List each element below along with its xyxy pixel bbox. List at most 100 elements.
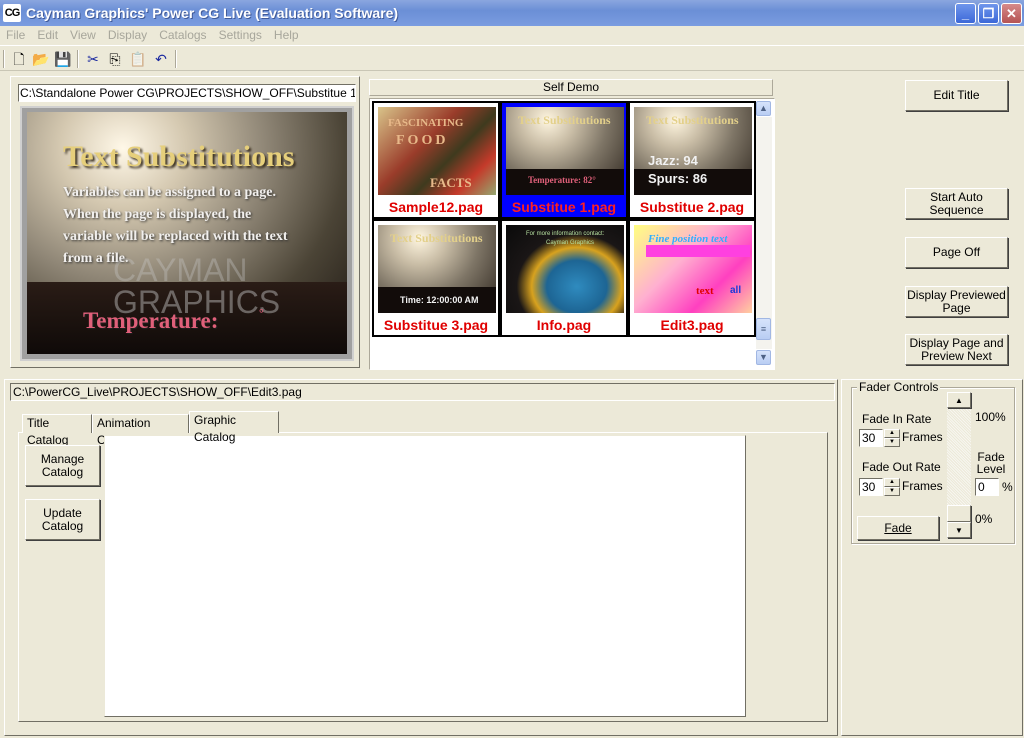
thumb-image: FASCINATING FOOD FACTS	[378, 107, 496, 195]
save-icon: 💾	[54, 51, 72, 67]
window-title: Cayman Graphics' Power CG Live (Evaluati…	[26, 5, 399, 21]
fade-level-percent: %	[1002, 480, 1013, 494]
thumb-label: Substitue 1.pag	[511, 199, 617, 215]
scroll-up-button[interactable]: ▲	[756, 101, 771, 116]
preview-image: Text Substitutions Variables can be assi…	[27, 112, 347, 354]
start-auto-sequence-button[interactable]: Start Auto Sequence	[905, 188, 1008, 219]
fade-level-label: Fade Level	[976, 450, 1006, 476]
playlist-header: Self Demo	[369, 79, 773, 96]
page-thumb-edit3[interactable]: Fine position text text all Edit3.pag	[628, 219, 756, 337]
thumb-image: Text Substitutions Temperature: 82°	[506, 107, 624, 195]
fade-out-spinner[interactable]: ▲ ▼	[884, 478, 900, 496]
thumb-label: Substitue 3.pag	[383, 317, 489, 333]
display-previewed-page-button[interactable]: Display Previewed Page	[905, 286, 1008, 317]
fade-in-spinner[interactable]: ▲ ▼	[884, 429, 900, 447]
display-page-preview-next-button[interactable]: Display Page and Preview Next	[905, 334, 1008, 365]
menu-help[interactable]: Help	[268, 26, 305, 44]
chevron-down-icon: ▼	[759, 352, 768, 362]
fade-down-button[interactable]: ▼	[947, 522, 971, 538]
thumb-label: Edit3.pag	[660, 317, 724, 333]
menu-catalogs[interactable]: Catalogs	[153, 26, 212, 44]
scroll-thumb[interactable]: ≡	[756, 318, 771, 340]
open-button[interactable]: 📂	[30, 49, 52, 69]
tab-graphic-catalog[interactable]: Graphic Catalog	[189, 411, 279, 444]
spin-down-icon: ▼	[884, 438, 900, 447]
manage-catalog-button[interactable]: Manage Catalog	[25, 445, 100, 486]
open-folder-icon: 📂	[32, 51, 50, 67]
spin-up-icon: ▲	[884, 478, 900, 487]
tab-animation-catalog[interactable]: Animation Catalog	[92, 414, 189, 447]
menu-settings[interactable]: Settings	[213, 26, 268, 44]
menu-edit[interactable]: Edit	[31, 26, 64, 44]
page-thumb-substitue-3[interactable]: Text Substitutions Time: 12:00:00 AM Sub…	[372, 219, 500, 337]
paste-icon: 📋	[129, 51, 147, 67]
playlist-grid: FASCINATING FOOD FACTS Sample12.pag Text…	[369, 98, 775, 370]
menu-display[interactable]: Display	[102, 26, 153, 44]
edit-title-button[interactable]: Edit Title	[905, 80, 1008, 111]
catalog-list[interactable]	[104, 435, 746, 717]
fade-min-label: 0%	[975, 512, 993, 526]
page-off-button[interactable]: Page Off	[905, 237, 1008, 268]
save-button[interactable]: 💾	[52, 49, 74, 69]
app-logo-icon: CG	[3, 4, 21, 22]
paste-button[interactable]: 📋	[127, 49, 149, 69]
restore-button[interactable]: ❐	[978, 3, 999, 24]
fade-level-input[interactable]: 0	[975, 478, 999, 496]
preview-degree: °	[259, 306, 264, 320]
fade-max-label: 100%	[975, 410, 1006, 424]
new-icon: 🗋	[13, 51, 25, 67]
minimize-button[interactable]: _	[955, 3, 976, 24]
fade-up-button[interactable]: ▲	[947, 392, 971, 408]
thumb-image: Fine position text text all	[634, 225, 752, 313]
thumb-label: Substitue 2.pag	[639, 199, 745, 215]
page-thumb-substitue-2[interactable]: Text Substitutions Jazz: 94 Spurs: 86 Su…	[628, 101, 756, 219]
menu-bar: File Edit View Display Catalogs Settings Help	[0, 26, 1024, 45]
fade-in-frames-label: Frames	[902, 430, 943, 444]
thumb-image: Text Substitutions Time: 12:00:00 AM	[378, 225, 496, 313]
preview-title: Text Substitutions	[63, 140, 295, 173]
fade-level-slider-track[interactable]	[947, 408, 971, 508]
fade-out-frames-label: Frames	[902, 479, 943, 493]
thumb-image: Text Substitutions Jazz: 94 Spurs: 86	[634, 107, 752, 195]
fade-level-slider-thumb[interactable]	[947, 505, 971, 522]
page-thumb-info[interactable]: For more information contact: Cayman Gra…	[500, 219, 628, 337]
page-thumb-substitue-1[interactable]: Text Substitutions Temperature: 82° Subs…	[500, 101, 628, 219]
toolbar-end	[175, 50, 177, 68]
arrow-down-icon: ▼	[955, 525, 963, 535]
thumb-image: For more information contact: Cayman Gra…	[506, 225, 624, 313]
catalog-path-field: C:\PowerCG_Live\PROJECTS\SHOW_OFF\Edit3.…	[10, 383, 835, 401]
copy-button[interactable]: ⎘	[104, 49, 126, 69]
toolbar: 🗋 📂 💾 ✂ ⎘ 📋 ↶	[0, 45, 1024, 71]
playlist-scrollbar[interactable]	[756, 117, 772, 349]
copy-icon: ⎘	[109, 51, 121, 67]
fade-button[interactable]: Fade	[857, 516, 939, 540]
fade-out-input[interactable]: 30	[859, 478, 883, 496]
new-button[interactable]: 🗋	[8, 49, 30, 69]
cut-icon: ✂	[87, 51, 99, 67]
page-thumb-sample12[interactable]: FASCINATING FOOD FACTS Sample12.pag	[372, 101, 500, 219]
thumb-label: Sample12.pag	[388, 199, 484, 215]
spin-up-icon: ▲	[884, 429, 900, 438]
title-bar: CG Cayman Graphics' Power CG Live (Evalu…	[0, 0, 1024, 26]
thumb-label: Info.pag	[536, 317, 592, 333]
arrow-up-icon: ▲	[955, 395, 963, 405]
toolbar-grip	[3, 50, 5, 68]
undo-icon: ↶	[155, 51, 167, 67]
fade-in-input[interactable]: 30	[859, 429, 883, 447]
cut-button[interactable]: ✂	[82, 49, 104, 69]
update-catalog-button[interactable]: Update Catalog	[25, 499, 100, 540]
close-button[interactable]: ✕	[1001, 3, 1022, 24]
tab-title-catalog[interactable]: Title Catalog	[22, 414, 92, 447]
fader-legend: Fader Controls	[857, 380, 941, 394]
spin-down-icon: ▼	[884, 487, 900, 496]
scroll-down-button[interactable]: ▼	[756, 350, 771, 365]
menu-file[interactable]: File	[0, 26, 31, 44]
menu-view[interactable]: View	[64, 26, 102, 44]
fade-in-label: Fade In Rate	[862, 412, 932, 426]
chevron-up-icon: ▲	[759, 103, 768, 113]
preview-temperature: Temperature:	[83, 308, 219, 333]
fade-out-label: Fade Out Rate	[862, 460, 941, 474]
toolbar-separator	[77, 50, 79, 68]
undo-button[interactable]: ↶	[150, 49, 172, 69]
preview-path-field: C:\Standalone Power CG\PROJECTS\SHOW_OFF…	[18, 84, 356, 102]
